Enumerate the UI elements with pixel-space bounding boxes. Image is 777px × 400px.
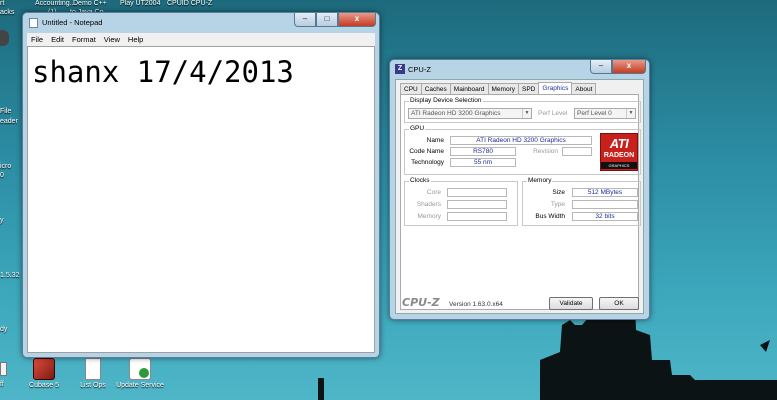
close-button[interactable]: x bbox=[612, 60, 646, 74]
core-label: Core bbox=[426, 189, 441, 196]
menu-view[interactable]: View bbox=[104, 35, 120, 44]
shaders-label: Shaders bbox=[416, 201, 441, 208]
desktop-label-file[interactable]: File bbox=[0, 108, 11, 116]
tab-about[interactable]: About bbox=[571, 83, 597, 94]
desktop-label-dy[interactable]: dy bbox=[0, 326, 7, 334]
tab-cpu[interactable]: CPU bbox=[400, 83, 422, 94]
close-button[interactable]: x bbox=[338, 13, 376, 27]
minimize-button[interactable]: – bbox=[294, 13, 316, 27]
desktop-label-version[interactable]: 1.5.32 bbox=[0, 272, 19, 280]
menu-help[interactable]: Help bbox=[128, 35, 143, 44]
notepad-window[interactable]: Untitled - Notepad – □ x File Edit Forma… bbox=[22, 12, 380, 358]
notepad-text-content[interactable]: shanx 17/4/2013 bbox=[32, 55, 294, 89]
radeon-logo-text: RADEON bbox=[603, 152, 635, 159]
core-value bbox=[447, 188, 507, 197]
clocks-group: Clocks Core Shaders Memory bbox=[404, 177, 518, 226]
graphics-logo-text: GRAPHICS bbox=[601, 162, 637, 169]
codename-label: Code Name bbox=[409, 148, 444, 155]
perf-level-value: Perf Level 0 bbox=[577, 110, 612, 117]
technology-label: Technology bbox=[411, 159, 444, 166]
menu-edit[interactable]: Edit bbox=[51, 35, 64, 44]
menu-file[interactable]: File bbox=[31, 35, 43, 44]
cpuz-app-icon: Z bbox=[395, 64, 405, 74]
notepad-menubar: File Edit Format View Help bbox=[27, 33, 375, 46]
ati-radeon-logo: ATI RADEON GRAPHICS bbox=[600, 133, 638, 171]
technology-value: 55 nm bbox=[450, 158, 516, 167]
display-selection-title: Display Device Selection bbox=[409, 97, 483, 105]
display-device-select[interactable]: ATI Radeon HD 3200 Graphics ▼ bbox=[408, 108, 532, 119]
cpuz-version: Version 1.63.0.x64 bbox=[449, 301, 503, 308]
type-value bbox=[572, 200, 638, 209]
cubase-icon bbox=[33, 358, 55, 380]
memory-title: Memory bbox=[527, 177, 553, 185]
tab-graphics[interactable]: Graphics bbox=[538, 82, 573, 94]
desktop-icon-label: List Ops bbox=[80, 382, 106, 389]
notepad-editor[interactable]: shanx 17/4/2013 bbox=[27, 46, 375, 353]
tab-mainboard[interactable]: Mainboard bbox=[449, 83, 489, 94]
cpuz-window[interactable]: Z CPU-Z – x CPU Caches Mainboard Memory … bbox=[389, 59, 650, 320]
desktop-label-eader[interactable]: eader bbox=[0, 118, 18, 126]
desktop-label-cpuz[interactable]: CPUID CPU-Z bbox=[167, 0, 212, 8]
shaders-value bbox=[447, 200, 507, 209]
desktop-label-accounting[interactable]: Accounting... bbox=[35, 0, 75, 8]
perf-level-select[interactable]: Perf Level 0 ▼ bbox=[574, 108, 636, 119]
tab-spd[interactable]: SPD bbox=[517, 83, 540, 94]
desktop-sublabel-0[interactable]: acks bbox=[0, 9, 14, 17]
graphics-panel: Display Device Selection ATI Radeon HD 3… bbox=[400, 94, 641, 310]
spire-silhouette bbox=[318, 378, 324, 400]
chevron-down-icon: ▼ bbox=[522, 109, 531, 118]
clock-memory-value bbox=[447, 212, 507, 221]
gpu-title: GPU bbox=[409, 125, 426, 133]
display-device-value: ATI Radeon HD 3200 Graphics bbox=[411, 110, 501, 117]
desktop-label-demo[interactable]: Demo C++ bbox=[73, 0, 107, 8]
cpuz-titlebar[interactable]: Z CPU-Z – x bbox=[390, 60, 649, 78]
revision-label: Revision bbox=[533, 148, 558, 155]
chevron-down-icon: ▼ bbox=[626, 109, 635, 118]
clocks-title: Clocks bbox=[409, 177, 431, 185]
cpuz-brand: CPU-Z bbox=[402, 296, 440, 309]
revision-value bbox=[562, 147, 592, 156]
maximize-button[interactable]: □ bbox=[316, 13, 338, 27]
cpuz-client: CPU Caches Mainboard Memory SPD Graphics… bbox=[395, 79, 644, 314]
desktop-label-ff[interactable]: ff bbox=[0, 381, 4, 389]
menu-format[interactable]: Format bbox=[72, 35, 96, 44]
validate-button[interactable]: Validate bbox=[549, 297, 593, 310]
tab-memory[interactable]: Memory bbox=[487, 83, 519, 94]
size-label: Size bbox=[552, 189, 565, 196]
type-label: Type bbox=[550, 201, 565, 208]
desktop-label-0[interactable]: 0 bbox=[0, 172, 4, 180]
perf-level-label: Perf Level bbox=[538, 110, 568, 117]
clock-memory-label: Memory bbox=[417, 213, 441, 220]
codename-value: RS780 bbox=[450, 147, 516, 156]
bus-width-label: Bus Width bbox=[535, 213, 565, 220]
document-icon bbox=[85, 358, 101, 380]
notepad-title: Untitled - Notepad bbox=[42, 18, 103, 27]
gpu-name-value: ATI Radeon HD 3200 Graphics bbox=[450, 136, 592, 145]
desktop-icon-label: Update Service bbox=[116, 382, 164, 389]
gpu-group: GPU Name ATI Radeon HD 3200 Graphics Cod… bbox=[404, 125, 641, 175]
notepad-titlebar[interactable]: Untitled - Notepad – □ x bbox=[23, 13, 379, 33]
update-icon bbox=[129, 358, 151, 380]
ati-logo-text: ATI bbox=[609, 136, 629, 151]
bus-width-value: 32 bits bbox=[572, 212, 638, 221]
tab-caches[interactable]: Caches bbox=[420, 83, 451, 94]
gpu-name-label: Name bbox=[426, 137, 444, 144]
cpuz-title: CPU-Z bbox=[408, 65, 431, 74]
display-selection-group: Display Device Selection ATI Radeon HD 3… bbox=[404, 97, 641, 123]
desktop-icon-partial[interactable] bbox=[0, 30, 9, 46]
desktop-icon-partial-2[interactable] bbox=[0, 362, 7, 376]
desktop-label-icro[interactable]: icro bbox=[0, 163, 11, 171]
minimize-button[interactable]: – bbox=[590, 60, 612, 74]
ok-button[interactable]: OK bbox=[599, 297, 639, 310]
notepad-app-icon bbox=[29, 18, 38, 28]
size-value: 512 MBytes bbox=[572, 188, 638, 197]
desktop-label-ut2004[interactable]: Play UT2004 bbox=[120, 0, 160, 8]
update-arrow-icon bbox=[139, 368, 149, 378]
desktop-label-top-0[interactable]: rt bbox=[0, 0, 4, 8]
memory-group: Memory Size 512 MBytes Type Bus Width 32… bbox=[522, 177, 641, 226]
desktop-icon-label: Cubase 5 bbox=[29, 382, 59, 389]
desktop-icon-update-service[interactable]: Update Service bbox=[110, 358, 170, 390]
desktop-label-y[interactable]: y bbox=[0, 217, 4, 225]
